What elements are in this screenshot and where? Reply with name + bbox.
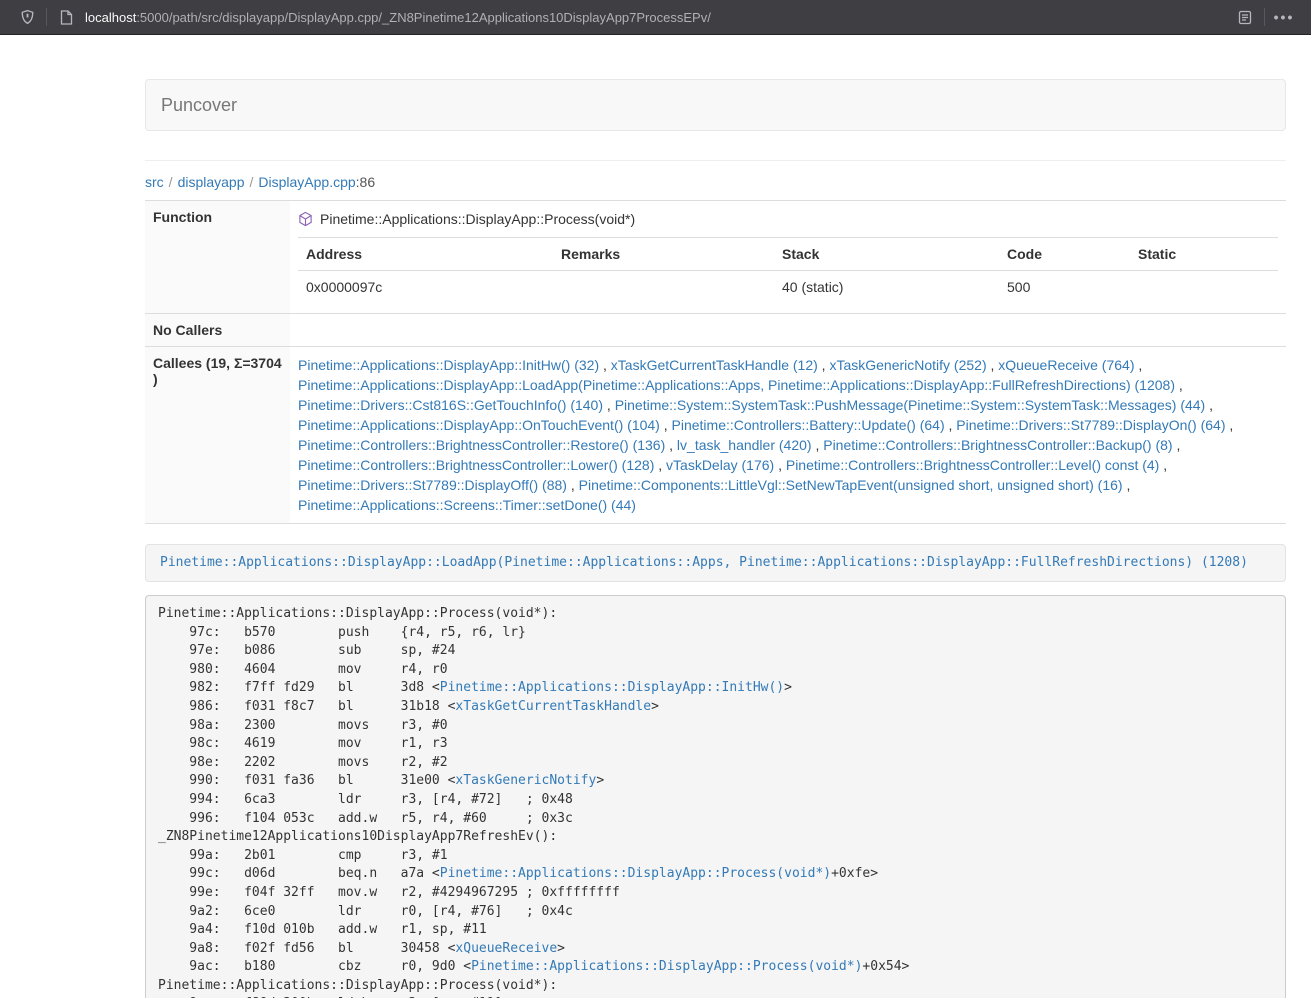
callee-link[interactable]: Pinetime::Drivers::Cst816S::GetTouchInfo… (298, 397, 603, 413)
stats-column-header: Static (1130, 238, 1278, 271)
app-navbar: Puncover (145, 79, 1286, 131)
callees-cell: Pinetime::Applications::DisplayApp::Init… (290, 347, 1286, 524)
no-callers-label: No Callers (145, 314, 290, 347)
callee-link[interactable]: Pinetime::System::SystemTask::PushMessag… (615, 397, 1206, 413)
highlighted-symbol-link[interactable]: Pinetime::Applications::DisplayApp::Load… (160, 555, 1248, 570)
stats-column-header: Stack (774, 238, 999, 271)
stats-value-cell: 40 (static) (774, 271, 999, 306)
callee-separator: , (599, 357, 611, 373)
callee-separator: , (1226, 417, 1234, 433)
url-path: :5000/path/src/displayapp/DisplayApp.cpp… (136, 10, 711, 25)
breadcrumb-link[interactable]: displayapp (178, 174, 245, 190)
reader-mode-icon[interactable] (1232, 5, 1258, 29)
callee-link[interactable]: xTaskGenericNotify (252) (829, 357, 986, 373)
breadcrumb-link[interactable]: src (145, 174, 164, 190)
function-label: Function (145, 201, 290, 238)
symbol-link[interactable]: Pinetime::Applications::DisplayApp::Proc… (440, 866, 831, 881)
callee-separator: , (987, 357, 999, 373)
callee-link[interactable]: Pinetime::Controllers::BrightnessControl… (298, 457, 654, 473)
stats-value-cell (553, 271, 774, 306)
url-host: localhost (85, 10, 136, 25)
menu-dots-icon[interactable]: ••• (1271, 5, 1297, 29)
browser-toolbar: localhost:5000/path/src/displayapp/Displ… (0, 0, 1311, 35)
callee-separator: , (665, 437, 677, 453)
callee-separator: , (654, 457, 666, 473)
callee-link[interactable]: Pinetime::Controllers::BrightnessControl… (786, 457, 1159, 473)
callees-label: Callees (19, Σ=3704 ) (145, 347, 290, 524)
callee-link[interactable]: vTaskDelay (176) (666, 457, 774, 473)
breadcrumb-line-number: :86 (356, 174, 375, 190)
toolbar-divider (1264, 8, 1265, 26)
breadcrumb-links: src/displayapp/DisplayApp.cpp (145, 174, 356, 190)
callee-separator: , (1134, 357, 1142, 373)
callee-link[interactable]: Pinetime::Controllers::Battery::Update()… (672, 417, 945, 433)
breadcrumb-separator: / (169, 174, 173, 190)
callee-link[interactable]: Pinetime::Controllers::BrightnessControl… (298, 437, 665, 453)
callee-link[interactable]: Pinetime::Controllers::BrightnessControl… (823, 437, 1172, 453)
callee-link[interactable]: Pinetime::Applications::DisplayApp::Load… (298, 377, 1175, 393)
callee-separator: , (1123, 477, 1131, 493)
callee-link[interactable]: xTaskGetCurrentTaskHandle (12) (611, 357, 818, 373)
disassembly-block: Pinetime::Applications::DisplayApp::Proc… (145, 595, 1286, 998)
toolbar-divider (46, 8, 47, 26)
callee-separator: , (812, 437, 824, 453)
callee-link[interactable]: Pinetime::Applications::Screens::Timer::… (298, 497, 636, 513)
callee-separator: , (660, 417, 672, 433)
callee-link[interactable]: lv_task_handler (420) (677, 437, 812, 453)
breadcrumb-link[interactable]: DisplayApp.cpp (258, 174, 355, 190)
address-bar[interactable]: localhost:5000/path/src/displayapp/Displ… (85, 10, 1232, 25)
no-callers-row: No Callers (145, 314, 1286, 347)
callee-link[interactable]: Pinetime::Drivers::St7789::DisplayOff() … (298, 477, 567, 493)
callee-separator: , (567, 477, 579, 493)
callee-separator: , (1173, 437, 1181, 453)
symbol-link[interactable]: xQueueReceive (455, 941, 557, 956)
function-name: Pinetime::Applications::DisplayApp::Proc… (320, 209, 635, 229)
stats-column-header: Address (298, 238, 553, 271)
shield-icon[interactable] (14, 5, 40, 29)
stats-column-header: Code (999, 238, 1130, 271)
callee-separator: , (945, 417, 957, 433)
page-icon[interactable] (53, 5, 79, 29)
symbol-link[interactable]: Pinetime::Applications::DisplayApp::Proc… (471, 959, 862, 974)
stats-row-label (145, 237, 290, 314)
breadcrumb: src/displayapp/DisplayApp.cpp:86 (145, 161, 1286, 200)
stats-value-row: 0x0000097c 40 (static)500 (298, 271, 1278, 306)
stats-column-header: Remarks (553, 238, 774, 271)
page-container: Puncover src/displayapp/DisplayApp.cpp:8… (145, 79, 1286, 998)
stats-value-cell (1130, 271, 1278, 306)
breadcrumb-separator: / (250, 174, 254, 190)
callee-link[interactable]: xQueueReceive (764) (998, 357, 1134, 373)
callee-link[interactable]: Pinetime::Applications::DisplayApp::Init… (298, 357, 599, 373)
function-row: Function Pinetime::Applications::Display… (145, 201, 1286, 238)
function-table: Function Pinetime::Applications::Display… (145, 200, 1286, 524)
callee-separator: , (818, 357, 830, 373)
callee-link[interactable]: Pinetime::Components::LittleVgl::SetNewT… (579, 477, 1123, 493)
callee-separator: , (1175, 377, 1183, 393)
callees-row: Callees (19, Σ=3704 ) Pinetime::Applicat… (145, 347, 1286, 524)
stats-value-cell: 500 (999, 271, 1130, 306)
symbol-link[interactable]: xTaskGenericNotify (455, 773, 596, 788)
callee-link[interactable]: Pinetime::Applications::DisplayApp::OnTo… (298, 417, 660, 433)
stats-table: AddressRemarksStackCodeStatic 0x0000097c… (298, 237, 1278, 305)
callee-link[interactable]: Pinetime::Drivers::St7789::DisplayOn() (… (956, 417, 1225, 433)
callee-separator: , (1205, 397, 1213, 413)
callee-separator: , (603, 397, 615, 413)
stats-value-cell: 0x0000097c (298, 271, 553, 306)
stats-header-row: AddressRemarksStackCodeStatic (298, 238, 1278, 271)
highlighted-symbol-box: Pinetime::Applications::DisplayApp::Load… (145, 544, 1286, 582)
package-icon (298, 211, 313, 227)
stats-row: AddressRemarksStackCodeStatic 0x0000097c… (145, 237, 1286, 314)
callee-separator: , (1159, 457, 1167, 473)
symbol-link[interactable]: xTaskGetCurrentTaskHandle (455, 699, 651, 714)
symbol-link[interactable]: Pinetime::Applications::DisplayApp::Init… (440, 680, 784, 695)
app-brand[interactable]: Puncover (161, 95, 237, 116)
callee-separator: , (774, 457, 786, 473)
